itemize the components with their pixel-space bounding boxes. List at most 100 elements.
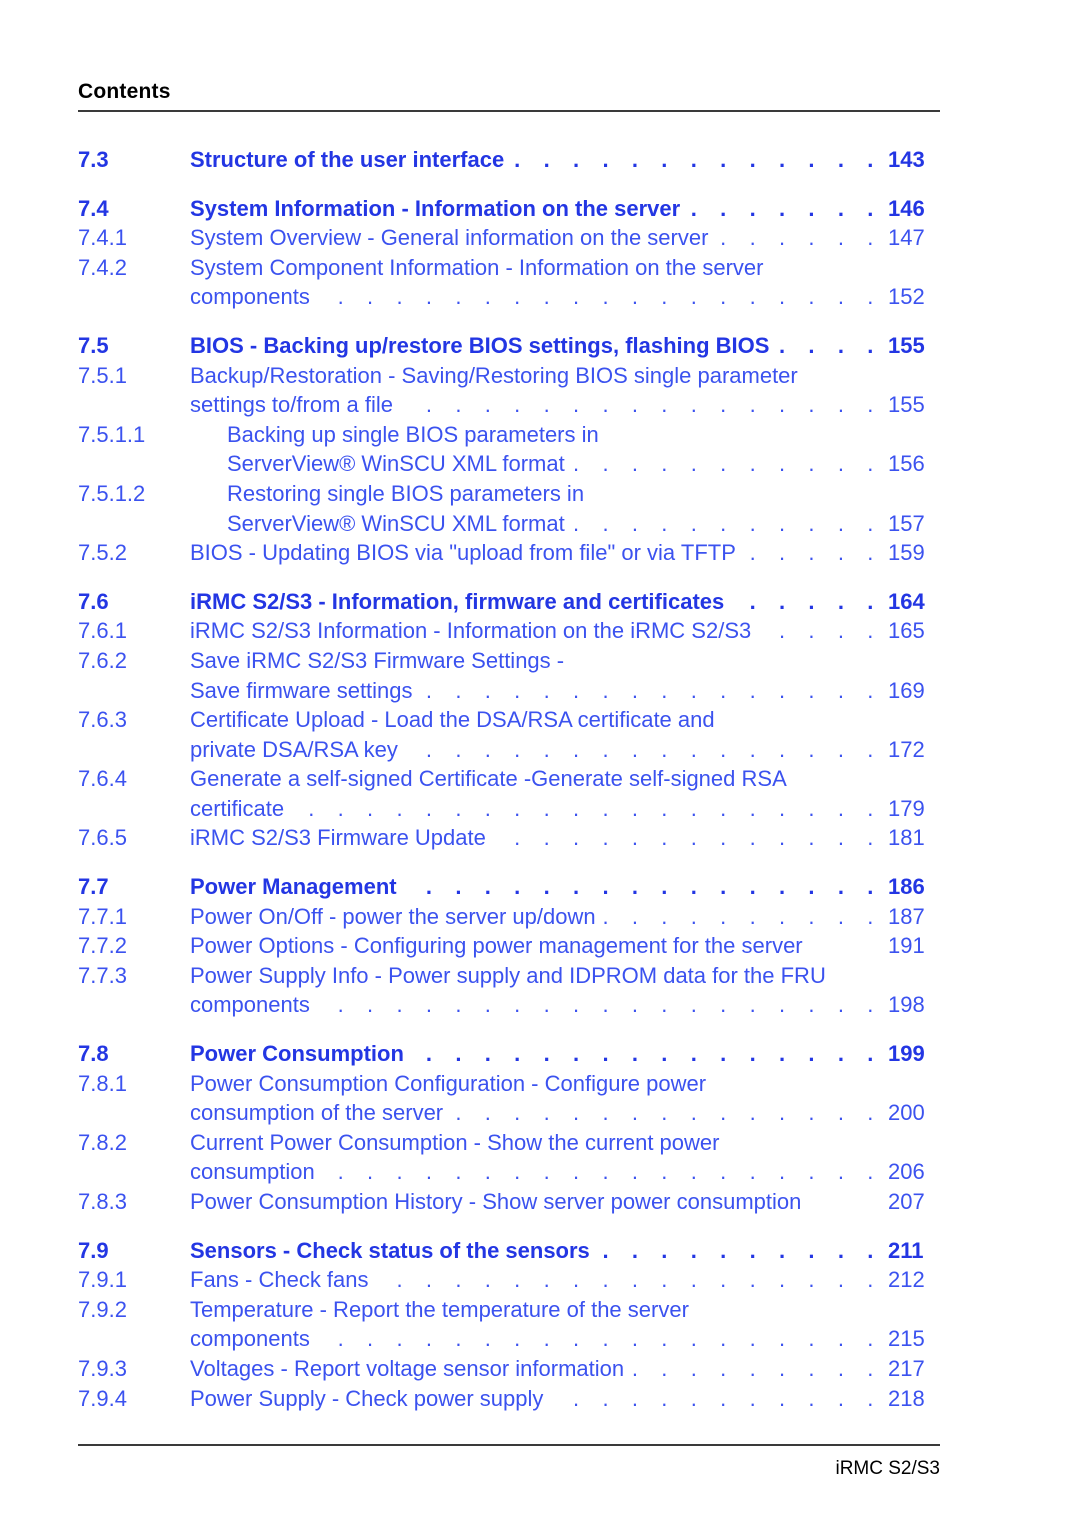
toc-entry-title: Power Supply - Check power supply [190, 1385, 544, 1411]
dot-leader: . . . . . . . . . . . . . . . . . . . . … [716, 225, 882, 251]
toc-entry-title: Power On/Off - power the server up/down [190, 903, 596, 929]
toc-entry-title: Generate a self-signed Certificate -Gene… [190, 766, 787, 792]
toc-page-number: 218 [888, 1385, 925, 1411]
dot-leader: . . . . . . . . . . . . . . . . . . . . … [421, 677, 882, 703]
toc-entry-body: Power Options - Configuring power manage… [190, 931, 940, 961]
toc-entry[interactable]: 7.9 Sensors - Check status of the sensors… [78, 1236, 940, 1266]
toc-entry-title: iRMC S2/S3 Information - Information on … [190, 618, 752, 644]
toc-entry-body: Power Consumption Configuration - Config… [190, 1069, 940, 1128]
toc-entry-body: System Overview - General information on… [190, 223, 940, 253]
dot-leader: . . . . . . . . . . . . . . . . . . . . … [318, 284, 882, 310]
toc-entry[interactable]: 7.6.3 Certificate Upload - Load the DSA/R… [78, 705, 940, 764]
toc-entry[interactable]: 7.4.1 System Overview - General informati… [78, 223, 940, 253]
toc-entry[interactable]: 7.7 Power Management . . . . . . . . . . .… [78, 872, 940, 902]
toc-entry[interactable]: 7.6.4 Generate a self-signed Certificate … [78, 764, 940, 823]
toc-entry[interactable]: 7.7.3 Power Supply Info - Power supply an… [78, 961, 940, 1020]
toc-entry-body: Power Management . . . . . . . . . . . . … [190, 872, 940, 902]
toc-entry-line: System Overview - General information on… [190, 223, 940, 253]
toc-page-number: 165 [888, 618, 925, 644]
toc-entry-body: Power Supply Info - Power supply and IDP… [190, 961, 940, 1020]
toc-entry-line: components . . . . . . . . . . . . . . . … [190, 282, 940, 312]
toc-entry-line: BIOS - Updating BIOS via "upload from fi… [190, 538, 940, 568]
toc-entry-title: Save firmware settings [190, 677, 413, 703]
toc-entry[interactable]: 7.6.2 Save iRMC S2/S3 Firmware Settings -… [78, 646, 940, 705]
toc-entry[interactable]: 7.3 Structure of the user interface . . . … [78, 145, 940, 175]
toc-entry[interactable]: 7.5.1.2 Restoring single BIOS parameters … [78, 479, 940, 538]
toc-entry-number: 7.9 [78, 1237, 109, 1263]
toc-entry[interactable]: 7.6.1 iRMC S2/S3 Information - Informatio… [78, 616, 940, 646]
toc-entry-title: iRMC S2/S3 Firmware Update [190, 825, 486, 851]
toc-entry-line: Backup/Restoration - Saving/Restoring BI… [190, 361, 940, 391]
toc-entry-line: iRMC S2/S3 Information - Information on … [190, 616, 940, 646]
toc-entry-number: 7.6.5 [78, 825, 127, 851]
toc-entry-number: 7.5.1.1 [78, 421, 146, 447]
toc-entry[interactable]: 7.6 iRMC S2/S3 - Information, firmware an… [78, 587, 940, 617]
toc-entry-number: 7.4.2 [78, 254, 127, 280]
toc-entry-title: Power Consumption [190, 1041, 404, 1067]
toc-entry-line: consumption . . . . . . . . . . . . . . .… [190, 1157, 940, 1187]
toc-entry[interactable]: 7.8 Power Consumption . . . . . . . . . . … [78, 1039, 940, 1069]
page-footer: iRMC S2/S3 [78, 1444, 940, 1480]
toc-page-number: 143 [888, 147, 925, 172]
toc-entry-line: certificate . . . . . . . . . . . . . . .… [190, 794, 940, 824]
toc-entry[interactable]: 7.9.4 Power Supply - Check power supply . … [78, 1384, 940, 1414]
toc-entry[interactable]: 7.6.5 iRMC S2/S3 Firmware Update . . . . .… [78, 823, 940, 853]
toc-entry-line: components . . . . . . . . . . . . . . . … [190, 990, 940, 1020]
toc-page-number: 211 [888, 1237, 924, 1263]
toc-entry-body: BIOS - Updating BIOS via "upload from fi… [190, 538, 940, 568]
dot-leader: . . . . . . . . . . . . . . . . . . . . … [405, 874, 882, 900]
toc-entry[interactable]: 7.7.2 Power Options - Configuring power m… [78, 931, 940, 961]
toc-entry-title: Sensors - Check status of the sensors [190, 1237, 590, 1263]
toc-entry-line: Sensors - Check status of the sensors . .… [190, 1236, 940, 1266]
dot-leader: . . . . . . . . . . . . . . . . . . . . … [598, 1237, 882, 1263]
toc-page-number: 147 [888, 225, 925, 251]
toc-entry[interactable]: 7.8.1 Power Consumption Configuration - C… [78, 1069, 940, 1128]
toc-entry[interactable]: 7.5 BIOS - Backing up/restore BIOS settin… [78, 331, 940, 361]
toc-entry-number: 7.3 [78, 147, 109, 172]
toc-entry[interactable]: 7.5.1.1 Backing up single BIOS parameters… [78, 420, 940, 479]
dot-leader: . . . . . . . . . . . . . . . . . . . . … [777, 332, 882, 358]
dot-leader: . . . . . . . . . . . . . . . . . . . . … [323, 1159, 882, 1185]
toc-entry-line: Power Options - Configuring power manage… [190, 931, 940, 961]
toc-page-number: 181 [888, 825, 925, 851]
dot-leader: . . . . . . . . . . . . . . . . . . . . … [744, 540, 882, 566]
toc-entry-body: Generate a self-signed Certificate -Gene… [190, 764, 940, 823]
toc-entry-number: 7.4 [78, 195, 109, 221]
toc-entry[interactable]: 7.4.2 System Component Information - Info… [78, 253, 940, 312]
toc-entry[interactable]: 7.9.1 Fans - Check fans . . . . . . . . . … [78, 1265, 940, 1295]
dot-leader: . . . . . . . . . . . . . . . . . . . . … [759, 618, 882, 644]
toc-entry-line: System Information - Information on the … [190, 194, 940, 224]
dot-leader: . . . . . . . . . . . . . . . . . . . . … [573, 451, 882, 477]
toc-entry-number: 7.8 [78, 1041, 109, 1067]
toc-entry-number: 7.7 [78, 874, 109, 900]
toc-entry[interactable]: 7.9.2 Temperature - Report the temperatur… [78, 1295, 940, 1354]
toc-page-number: 164 [888, 588, 925, 614]
toc-page-number: 212 [888, 1267, 925, 1293]
toc-page-number: 169 [888, 677, 925, 703]
toc-entry-line: settings to/from a file . . . . . . . . .… [190, 390, 940, 420]
toc-entry[interactable]: 7.9.3 Voltages - Report voltage sensor in… [78, 1354, 940, 1384]
toc-page-number: 146 [888, 195, 925, 221]
toc-entry-title: Save iRMC S2/S3 Firmware Settings - [190, 647, 565, 673]
toc-entry[interactable]: 7.5.1 Backup/Restoration - Saving/Restori… [78, 361, 940, 420]
toc-page-number: 179 [888, 795, 925, 821]
toc-entry-number: 7.5.1 [78, 362, 127, 388]
toc-entry[interactable]: 7.8.3 Power Consumption History - Show se… [78, 1187, 940, 1217]
toc-entry[interactable]: 7.4 System Information - Information on t… [78, 194, 940, 224]
toc-entry-title: ServerView® WinSCU XML format [227, 451, 565, 477]
toc-entry[interactable]: 7.5.2 BIOS - Updating BIOS via "upload fr… [78, 538, 940, 568]
dot-leader: . . . . . . . . . . . . . . . . . . . . … [318, 1326, 882, 1352]
toc-page-number: 217 [888, 1355, 925, 1381]
dot-leader: . . . . . . . . . . . . . . . . . . . . … [512, 147, 882, 172]
toc-entry-line: components . . . . . . . . . . . . . . . … [190, 1324, 940, 1354]
dot-leader: . . . . . . . . . . . . . . . . . . . . … [551, 1385, 882, 1411]
toc-entry-body: iRMC S2/S3 Firmware Update . . . . . . . … [190, 823, 940, 853]
toc-entry-title: BIOS - Backing up/restore BIOS settings,… [190, 332, 770, 358]
toc-entry[interactable]: 7.8.2 Current Power Consumption - Show th… [78, 1128, 940, 1187]
toc-entry-title: consumption of the server [190, 1100, 444, 1126]
toc-entry-title: Fans - Check fans [190, 1267, 369, 1293]
toc-entry-body: Backup/Restoration - Saving/Restoring BI… [190, 361, 940, 420]
toc-entry[interactable]: 7.7.1 Power On/Off - power the server up/… [78, 902, 940, 932]
toc-entry-body: Voltages - Report voltage sensor informa… [190, 1354, 940, 1384]
toc-page-number: 152 [888, 284, 925, 310]
